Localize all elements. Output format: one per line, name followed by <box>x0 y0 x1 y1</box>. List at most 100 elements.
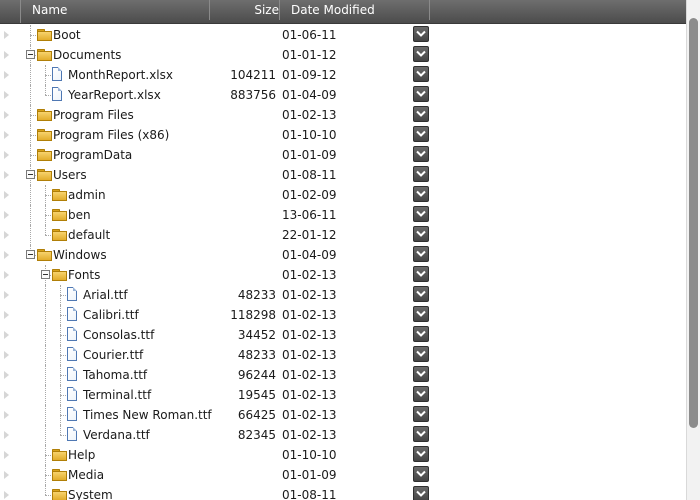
file-icon <box>67 307 77 321</box>
row-size <box>200 265 276 285</box>
chevron-down-icon <box>416 330 426 337</box>
tree-row[interactable]: Program Files (x86) 01-10-10 <box>0 125 686 145</box>
date-picker-dropdown-button[interactable] <box>413 106 429 122</box>
row-size: 66425 <box>237 408 276 422</box>
row-indicator-icon <box>4 491 9 499</box>
row-indicator-icon <box>4 211 9 219</box>
row-date-modified: 01-04-09 <box>282 248 337 262</box>
chevron-down-icon <box>416 410 426 417</box>
tree-row[interactable]: Tahoma.ttf 96244 01-02-13 <box>0 365 686 385</box>
tree-row[interactable]: ben 13-06-11 <box>0 205 686 225</box>
date-picker-dropdown-button[interactable] <box>413 246 429 262</box>
tree-row[interactable]: Program Files 01-02-13 <box>0 105 686 125</box>
row-name: ben <box>68 208 91 222</box>
date-picker-dropdown-button[interactable] <box>413 186 429 202</box>
tree-row[interactable]: Terminal.ttf 19545 01-02-13 <box>0 385 686 405</box>
row-name: Terminal.ttf <box>83 388 152 402</box>
row-size <box>200 245 276 265</box>
row-date-modified: 01-02-13 <box>282 368 337 382</box>
vertical-scrollbar[interactable] <box>686 0 700 500</box>
tree-row[interactable]: Courier.ttf 48233 01-02-13 <box>0 345 686 365</box>
chevron-down-icon <box>416 430 426 437</box>
tree-row[interactable]: Times New Roman.ttf 66425 01-02-13 <box>0 405 686 425</box>
row-size: 19545 <box>237 388 276 402</box>
row-size <box>200 25 276 45</box>
tree-row[interactable]: System 01-08-11 <box>0 485 686 500</box>
tree-row[interactable]: Consolas.ttf 34452 01-02-13 <box>0 325 686 345</box>
date-picker-dropdown-button[interactable] <box>413 406 429 422</box>
row-date-modified: 01-08-11 <box>282 488 337 500</box>
folder-icon <box>52 189 67 201</box>
collapse-icon[interactable] <box>41 270 50 279</box>
date-picker-dropdown-button[interactable] <box>413 166 429 182</box>
chevron-down-icon <box>416 350 426 357</box>
collapse-icon[interactable] <box>26 170 35 179</box>
date-picker-dropdown-button[interactable] <box>413 66 429 82</box>
date-picker-dropdown-button[interactable] <box>413 306 429 322</box>
chevron-down-icon <box>416 390 426 397</box>
column-header-name[interactable]: Name <box>21 0 210 20</box>
tree-row[interactable]: YearReport.xlsx 883756 01-04-09 <box>0 85 686 105</box>
tree-row[interactable]: Calibri.ttf 118298 01-02-13 <box>0 305 686 325</box>
row-size <box>200 445 276 465</box>
tree-guide-line <box>30 65 31 85</box>
date-picker-dropdown-button[interactable] <box>413 286 429 302</box>
folder-icon <box>37 29 52 41</box>
tree-row[interactable]: Verdana.ttf 82345 01-02-13 <box>0 425 686 445</box>
date-picker-dropdown-button[interactable] <box>413 146 429 162</box>
tree-row[interactable]: Documents 01-01-12 <box>0 45 686 65</box>
date-picker-dropdown-button[interactable] <box>413 446 429 462</box>
row-size: 48233 <box>237 288 276 302</box>
column-header-date-modified[interactable]: Date Modified <box>280 0 430 20</box>
tree-row[interactable]: Arial.ttf 48233 01-02-13 <box>0 285 686 305</box>
column-header: Name Size Date Modified <box>0 0 700 24</box>
column-header-size[interactable]: Size <box>210 0 280 20</box>
tree-row[interactable]: ProgramData 01-01-09 <box>0 145 686 165</box>
date-picker-dropdown-button[interactable] <box>413 206 429 222</box>
collapse-icon[interactable] <box>26 250 35 259</box>
date-picker-dropdown-button[interactable] <box>413 346 429 362</box>
date-picker-dropdown-button[interactable] <box>413 366 429 382</box>
date-picker-dropdown-button[interactable] <box>413 486 429 500</box>
tree-row[interactable]: Boot 01-06-11 <box>0 25 686 45</box>
row-indicator-icon <box>4 131 9 139</box>
date-picker-dropdown-button[interactable] <box>413 466 429 482</box>
date-picker-dropdown-button[interactable] <box>413 326 429 342</box>
tree-row[interactable]: Fonts 01-02-13 <box>0 265 686 285</box>
row-name: Verdana.ttf <box>83 428 150 442</box>
date-picker-dropdown-button[interactable] <box>413 26 429 42</box>
date-picker-dropdown-button[interactable] <box>413 386 429 402</box>
row-indicator-icon <box>4 271 9 279</box>
date-picker-dropdown-button[interactable] <box>413 226 429 242</box>
tree-row[interactable]: default 22-01-12 <box>0 225 686 245</box>
row-indicator-icon <box>4 391 9 399</box>
folder-icon <box>52 449 67 461</box>
row-size: 104211 <box>230 68 276 82</box>
scrollbar-thumb[interactable] <box>689 18 698 428</box>
row-name: Program Files <box>53 108 134 122</box>
row-date-modified: 01-10-10 <box>282 128 337 142</box>
collapse-icon[interactable] <box>26 50 35 59</box>
tree-row[interactable]: Media 01-01-09 <box>0 465 686 485</box>
date-picker-dropdown-button[interactable] <box>413 86 429 102</box>
row-name: Windows <box>53 248 107 262</box>
date-picker-dropdown-button[interactable] <box>413 426 429 442</box>
folder-icon <box>37 169 52 181</box>
date-picker-dropdown-button[interactable] <box>413 266 429 282</box>
row-date-modified: 01-02-13 <box>282 348 337 362</box>
date-picker-dropdown-button[interactable] <box>413 46 429 62</box>
chevron-down-icon <box>416 270 426 277</box>
chevron-down-icon <box>416 90 426 97</box>
folder-icon <box>52 469 67 481</box>
tree-row[interactable]: admin 01-02-09 <box>0 185 686 205</box>
tree-row[interactable]: Windows 01-04-09 <box>0 245 686 265</box>
row-name: default <box>68 228 111 242</box>
tree-row[interactable]: Help 01-10-10 <box>0 445 686 465</box>
tree-row[interactable]: MonthReport.xlsx 104211 01-09-12 <box>0 65 686 85</box>
tree-guide-line <box>45 425 46 445</box>
row-name: Tahoma.ttf <box>83 368 148 382</box>
row-size <box>200 485 276 500</box>
chevron-down-icon <box>416 470 426 477</box>
date-picker-dropdown-button[interactable] <box>413 126 429 142</box>
tree-row[interactable]: Users 01-08-11 <box>0 165 686 185</box>
